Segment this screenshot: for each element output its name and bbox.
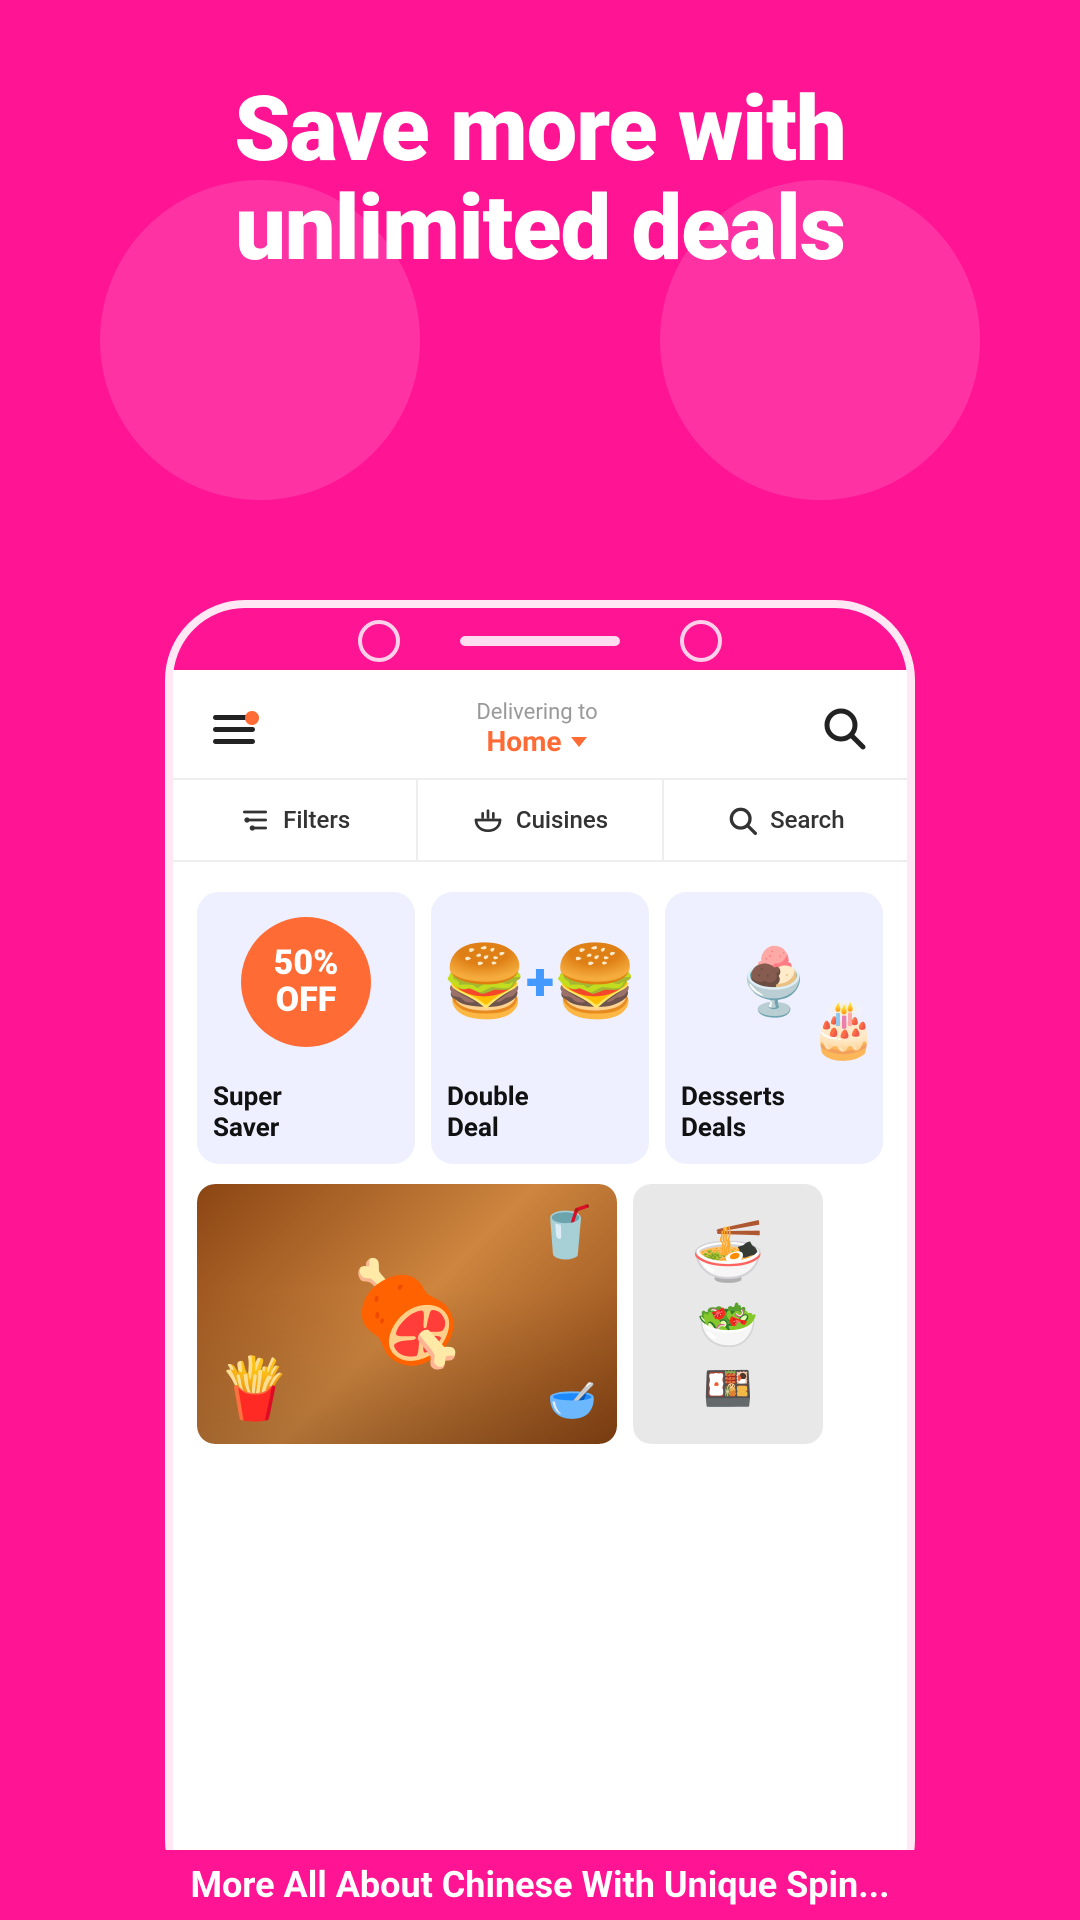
desserts-name: DessertsDeals — [665, 1072, 883, 1144]
chevron-down-icon — [571, 737, 587, 747]
food-emoji-fries: 🍟 — [217, 1353, 292, 1424]
filter-bar: Filters Cuisines Search — [173, 778, 907, 862]
search-filter-button[interactable]: Search — [664, 780, 907, 860]
phone-top-bar — [358, 620, 722, 662]
food-emoji-sauce: 🥣 — [547, 1377, 597, 1424]
cake-icon: 🎂 — [810, 998, 878, 1062]
plus-icon: + — [526, 952, 554, 1013]
food-emoji-drink: 🥤 — [535, 1204, 597, 1262]
noodle-emoji-1: 🍜 — [691, 1216, 766, 1287]
hero-section: Save more with unlimited deals — [0, 80, 1080, 278]
category-card-double-deal[interactable]: 🍔 🍔 + DoubleDeal — [431, 892, 649, 1164]
food-emoji-main: 🍖 — [345, 1256, 470, 1373]
delivery-info[interactable]: Delivering to Home — [476, 700, 597, 758]
noodle-emoji-2: 🥗 — [697, 1297, 759, 1355]
phone-mockup: Delivering to Home — [165, 600, 915, 1920]
cuisines-label: Cuisines — [516, 806, 608, 834]
phone-button-left — [358, 620, 400, 662]
noodle-emoji-3: 🍱 — [703, 1365, 753, 1412]
restaurant-card-chinese[interactable]: 🍖 🍟 🥤 🥣 — [197, 1184, 617, 1444]
double-deal-image: 🍔 🍔 + — [431, 892, 649, 1072]
ice-cream-icon: 🍨 — [734, 944, 815, 1020]
noodles-food-image: 🍜 🥗 🍱 — [633, 1184, 823, 1444]
bottom-caption: More All About Chinese With Unique Spin.… — [0, 1850, 1080, 1920]
search-label: Search — [770, 806, 844, 834]
search-icon — [819, 703, 867, 751]
notification-dot — [245, 711, 259, 725]
double-deal-name: DoubleDeal — [431, 1072, 649, 1144]
category-card-super-saver[interactable]: 50% OFF SuperSaver — [197, 892, 415, 1164]
header-search-button[interactable] — [819, 703, 867, 755]
delivery-location[interactable]: Home — [476, 725, 597, 758]
super-saver-image: 50% OFF — [197, 892, 415, 1072]
search-filter-icon — [726, 804, 758, 836]
bottom-caption-text: More All About Chinese With Unique Spin.… — [190, 1864, 889, 1906]
phone-screen: Delivering to Home — [173, 670, 907, 1920]
burger-right-icon: 🍔 — [552, 941, 639, 1023]
filter-label: Filters — [283, 806, 350, 834]
cuisines-button[interactable]: Cuisines — [418, 780, 663, 860]
desserts-image: 🍨 🎂 — [665, 892, 883, 1072]
filter-button[interactable]: Filters — [173, 780, 418, 860]
phone-notch — [460, 636, 620, 646]
location-text: Home — [487, 725, 562, 758]
chinese-food-image: 🍖 🍟 🥤 🥣 — [197, 1184, 617, 1444]
restaurant-card-noodles[interactable]: 🍜 🥗 🍱 — [633, 1184, 833, 1444]
phone-button-right — [680, 620, 722, 662]
hero-title: Save more with unlimited deals — [60, 80, 1020, 278]
app-header: Delivering to Home — [173, 670, 907, 778]
hamburger-line-3 — [213, 739, 255, 744]
categories-section: 50% OFF SuperSaver 🍔 🍔 + DoubleDeal — [173, 862, 907, 1184]
delivery-label: Delivering to — [476, 700, 597, 725]
burger-left-icon: 🍔 — [441, 941, 528, 1023]
hamburger-line-2 — [213, 727, 255, 732]
menu-button[interactable] — [213, 715, 255, 744]
discount-badge: 50% OFF — [241, 917, 371, 1047]
super-saver-name: SuperSaver — [197, 1072, 415, 1144]
category-card-desserts[interactable]: 🍨 🎂 DessertsDeals — [665, 892, 883, 1164]
sliders-icon — [239, 804, 271, 836]
categories-grid: 50% OFF SuperSaver 🍔 🍔 + DoubleDeal — [197, 892, 883, 1164]
bowl-icon — [472, 804, 504, 836]
restaurants-section: 🍖 🍟 🥤 🥣 🍜 🥗 🍱 — [173, 1184, 907, 1444]
